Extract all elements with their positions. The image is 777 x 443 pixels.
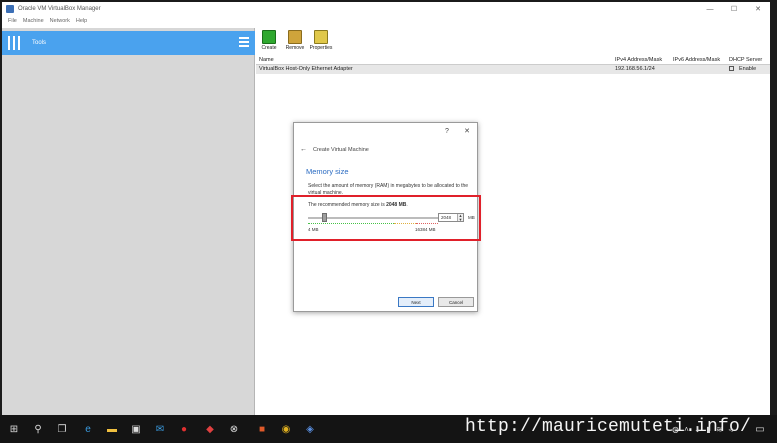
header-name[interactable]: Name — [256, 56, 612, 64]
window-title: Oracle VM VirtualBox Manager — [18, 6, 101, 12]
header-ipv6[interactable]: IPv6 Address/Mask — [670, 56, 726, 64]
network-globe-icon[interactable]: ◍ — [670, 422, 681, 436]
office-icon[interactable]: ■ — [254, 421, 270, 437]
wifi-icon[interactable]: ≋ — [714, 422, 725, 436]
edge-browser-icon[interactable]: e — [80, 421, 96, 437]
task-view-icon[interactable]: ❐ — [54, 421, 70, 437]
menu-network[interactable]: Network — [50, 18, 70, 24]
app-diamond-icon[interactable]: ◆ — [202, 421, 218, 437]
tools-label: Tools — [32, 40, 47, 46]
dialog-help-button[interactable]: ? — [437, 123, 457, 139]
cell-ipv4: 192.168.56.1/24 — [615, 66, 655, 72]
dialog-close-button[interactable]: ✕ — [457, 123, 477, 139]
window-controls: — ☐ ✕ — [698, 2, 770, 16]
pin-icon[interactable]: ⬇ — [692, 422, 703, 436]
machine-list-pane: Tools — [2, 28, 255, 415]
battery-icon[interactable]: ▮ — [703, 422, 714, 436]
remove-button[interactable]: Remove — [282, 28, 308, 54]
windows-taskbar: ⊞ ⚲ ❐ e ▬ ▣ ✉ ● ◆ ⊗ ■ ◉ ◈ http://maurice… — [0, 415, 777, 443]
opera-icon[interactable]: ● — [176, 421, 192, 437]
create-label: Create — [261, 45, 277, 51]
table-row[interactable]: VirtualBox Host-Only Ethernet Adapter 19… — [256, 65, 770, 74]
chevron-up-icon[interactable]: ˄ — [681, 422, 692, 436]
menu-machine[interactable]: Machine — [23, 18, 44, 24]
file-explorer-icon[interactable]: ▬ — [104, 421, 120, 437]
toolbar: Create Remove Properties — [256, 28, 334, 54]
tools-icon — [8, 36, 20, 50]
dialog-header: ← Create Virtual Machine — [300, 146, 369, 153]
properties-button[interactable]: Properties — [308, 28, 334, 54]
next-button[interactable]: Next — [398, 297, 434, 307]
windows-start-icon[interactable]: ⊞ — [6, 421, 22, 437]
menu-file[interactable]: File — [8, 18, 17, 24]
xbox-icon[interactable]: ⊗ — [226, 421, 242, 437]
maximize-button[interactable]: ☐ — [722, 2, 746, 16]
host-network-table: Name IPv4 Address/Mask IPv6 Address/Mask… — [256, 56, 770, 74]
header-ipv4[interactable]: IPv4 Address/Mask — [612, 56, 670, 64]
remove-icon — [288, 30, 302, 44]
virtualbox-taskbar-icon[interactable]: ◈ — [302, 421, 318, 437]
chrome-icon[interactable]: ◉ — [278, 421, 294, 437]
dhcp-label: Enable — [739, 66, 757, 72]
back-arrow-icon[interactable]: ← — [300, 146, 307, 153]
properties-icon — [314, 30, 328, 44]
system-tray: ◍ ˄ ⬇ ▮ ≋ ◃ — [670, 422, 736, 436]
cell-dhcp: Enable — [726, 65, 770, 74]
properties-label: Properties — [309, 45, 333, 51]
dialog-title: Create Virtual Machine — [313, 146, 369, 153]
create-icon — [262, 30, 276, 44]
cell-name: VirtualBox Host-Only Ethernet Adapter — [259, 66, 353, 72]
annotation-highlight-box — [291, 195, 481, 241]
store-icon[interactable]: ▣ — [128, 421, 144, 437]
section-title: Memory size — [306, 167, 349, 176]
cancel-button[interactable]: Cancel — [438, 297, 474, 307]
close-button[interactable]: ✕ — [746, 2, 770, 16]
header-dhcp[interactable]: DHCP Server — [726, 56, 770, 64]
hamburger-menu-icon[interactable] — [239, 37, 249, 49]
tools-item[interactable]: Tools — [2, 31, 255, 55]
menu-bar: File Machine Network Help — [2, 16, 87, 26]
minimize-button[interactable]: — — [698, 2, 722, 16]
dialog-controls: ? ✕ — [437, 123, 477, 139]
search-icon[interactable]: ⚲ — [30, 421, 46, 437]
notifications-icon[interactable]: ▭ — [750, 419, 770, 439]
volume-icon[interactable]: ◃ — [725, 422, 736, 436]
table-header: Name IPv4 Address/Mask IPv6 Address/Mask… — [256, 56, 770, 65]
cell-ipv6 — [670, 65, 726, 74]
virtualbox-app-icon — [6, 5, 14, 13]
title-bar: Oracle VM VirtualBox Manager — ☐ ✕ — [2, 2, 770, 16]
menu-help[interactable]: Help — [76, 18, 87, 24]
dhcp-checkbox[interactable] — [729, 66, 734, 72]
mail-icon[interactable]: ✉ — [152, 421, 168, 437]
create-button[interactable]: Create — [256, 28, 282, 54]
remove-label: Remove — [285, 45, 305, 51]
